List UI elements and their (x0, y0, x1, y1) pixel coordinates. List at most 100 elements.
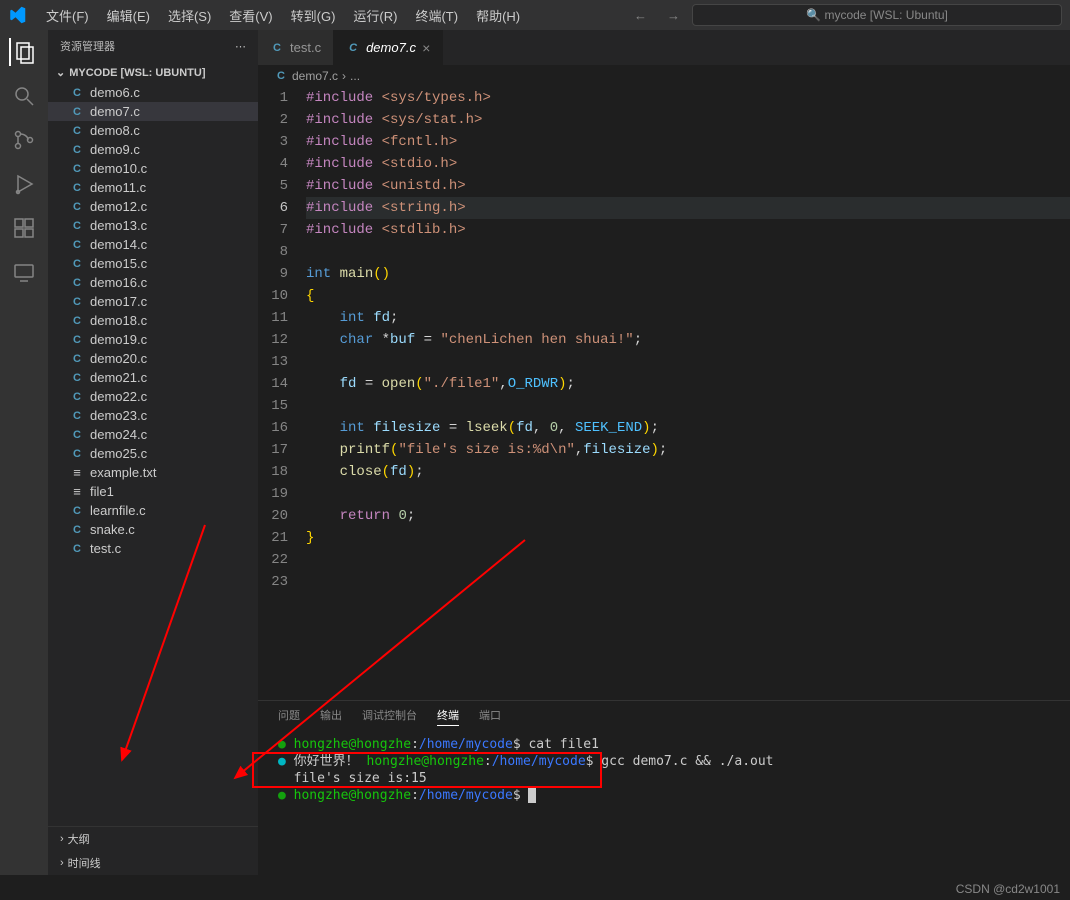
menu-item[interactable]: 帮助(H) (468, 2, 528, 29)
panel-tab[interactable]: 端口 (479, 707, 501, 726)
extensions-icon[interactable] (10, 214, 38, 242)
breadcrumb-file: demo7.c (292, 69, 338, 83)
close-icon[interactable]: × (422, 40, 430, 56)
c-file-icon: C (70, 219, 84, 233)
remote-icon[interactable] (10, 258, 38, 286)
file-name: demo25.c (90, 446, 147, 461)
file-item[interactable]: Csnake.c (48, 520, 258, 539)
file-name: demo10.c (90, 161, 147, 176)
breadcrumb[interactable]: C demo7.c › ... (258, 65, 1070, 87)
more-icon[interactable]: ⋯ (235, 40, 246, 53)
text-file-icon: ≡ (70, 466, 84, 480)
search-icon: 🔍 (806, 8, 821, 22)
c-file-icon: C (70, 447, 84, 461)
file-name: demo18.c (90, 313, 147, 328)
outline-label: 大纲 (68, 831, 90, 847)
file-name: demo21.c (90, 370, 147, 385)
file-item[interactable]: Cdemo15.c (48, 254, 258, 273)
run-debug-icon[interactable] (10, 170, 38, 198)
menu-item[interactable]: 文件(F) (38, 2, 97, 29)
file-item[interactable]: Cdemo25.c (48, 444, 258, 463)
file-name: demo24.c (90, 427, 147, 442)
timeline-section[interactable]: ›时间线 (48, 851, 258, 875)
file-item[interactable]: Clearnfile.c (48, 501, 258, 520)
file-name: demo11.c (90, 180, 146, 195)
c-file-icon: C (70, 162, 84, 176)
terminal-line: ● hongzhe@hongzhe:/home/mycode$ cat file… (278, 736, 1050, 753)
outline-section[interactable]: ›大纲 (48, 827, 258, 851)
main-menu: 文件(F)编辑(E)选择(S)查看(V)转到(G)运行(R)终端(T)帮助(H) (38, 2, 528, 29)
file-item[interactable]: Cdemo11.c (48, 178, 258, 197)
file-name: demo7.c (90, 104, 140, 119)
c-file-icon: C (70, 143, 84, 157)
file-item[interactable]: Cdemo13.c (48, 216, 258, 235)
annotation-redbox (252, 752, 602, 788)
file-name: demo6.c (90, 85, 140, 100)
c-file-icon: C (70, 181, 84, 195)
file-item[interactable]: Cdemo18.c (48, 311, 258, 330)
terminal-line: ● hongzhe@hongzhe:/home/mycode$ (278, 787, 1050, 804)
file-item[interactable]: Cdemo21.c (48, 368, 258, 387)
file-item[interactable]: Cdemo6.c (48, 83, 258, 102)
terminal[interactable]: ● hongzhe@hongzhe:/home/mycode$ cat file… (258, 732, 1070, 875)
file-item[interactable]: Cdemo16.c (48, 273, 258, 292)
file-item[interactable]: Cdemo10.c (48, 159, 258, 178)
file-item[interactable]: Cdemo12.c (48, 197, 258, 216)
c-file-icon: C (70, 238, 84, 252)
explorer-icon[interactable] (9, 38, 37, 66)
c-file-icon: C (70, 523, 84, 537)
editor-tabs: Ctest.cCdemo7.c× (258, 30, 1070, 65)
editor-tab[interactable]: Cdemo7.c× (334, 30, 443, 65)
activity-bar (0, 30, 48, 875)
code-content[interactable]: #include <sys/types.h>#include <sys/stat… (306, 87, 1070, 700)
source-control-icon[interactable] (10, 126, 38, 154)
c-file-icon: C (270, 41, 284, 55)
menu-item[interactable]: 选择(S) (160, 2, 219, 29)
menu-item[interactable]: 查看(V) (221, 2, 280, 29)
file-item[interactable]: Cdemo9.c (48, 140, 258, 159)
c-file-icon: C (70, 86, 84, 100)
file-item[interactable]: Cdemo19.c (48, 330, 258, 349)
file-item[interactable]: Ctest.c (48, 539, 258, 558)
text-file-icon: ≡ (70, 485, 84, 499)
menu-item[interactable]: 编辑(E) (99, 2, 158, 29)
c-file-icon: C (70, 276, 84, 290)
c-file-icon: C (70, 105, 84, 119)
nav-back-icon[interactable]: ← (634, 8, 647, 23)
panel-tab[interactable]: 调试控制台 (362, 707, 417, 726)
panel-tab[interactable]: 问题 (278, 707, 300, 726)
folder-section[interactable]: ⌄ MYCODE [WSL: UBUNTU] (48, 62, 258, 83)
file-name: demo22.c (90, 389, 147, 404)
search-icon[interactable] (10, 82, 38, 110)
editor-tab[interactable]: Ctest.c (258, 30, 334, 65)
menu-item[interactable]: 转到(G) (283, 2, 344, 29)
file-item[interactable]: Cdemo7.c (48, 102, 258, 121)
c-file-icon: C (70, 390, 84, 404)
file-item[interactable]: ≡example.txt (48, 463, 258, 482)
menu-item[interactable]: 终端(T) (407, 2, 466, 29)
file-item[interactable]: Cdemo20.c (48, 349, 258, 368)
panel-tab[interactable]: 终端 (437, 707, 459, 726)
nav-forward-icon[interactable]: → (667, 8, 680, 23)
file-item[interactable]: Cdemo8.c (48, 121, 258, 140)
file-item[interactable]: Cdemo22.c (48, 387, 258, 406)
file-name: test.c (90, 541, 121, 556)
file-item[interactable]: Cdemo23.c (48, 406, 258, 425)
file-item[interactable]: Cdemo17.c (48, 292, 258, 311)
file-name: demo13.c (90, 218, 147, 233)
file-item[interactable]: ≡ file1 (48, 482, 258, 501)
c-file-icon: C (70, 314, 84, 328)
command-center-search[interactable]: 🔍 mycode [WSL: Ubuntu] (692, 4, 1062, 26)
c-file-icon: C (346, 41, 360, 55)
file-name: demo12.c (90, 199, 147, 214)
file-item[interactable]: Cdemo14.c (48, 235, 258, 254)
menu-item[interactable]: 运行(R) (345, 2, 405, 29)
titlebar: 文件(F)编辑(E)选择(S)查看(V)转到(G)运行(R)终端(T)帮助(H)… (0, 0, 1070, 30)
c-file-icon: C (70, 542, 84, 556)
c-file-icon: C (70, 295, 84, 309)
code-editor[interactable]: 1234567891011121314151617181920212223 #i… (258, 87, 1070, 700)
file-item[interactable]: Cdemo24.c (48, 425, 258, 444)
panel-tab[interactable]: 输出 (320, 707, 342, 726)
file-name: file1 (90, 484, 114, 499)
file-name: snake.c (90, 522, 135, 537)
